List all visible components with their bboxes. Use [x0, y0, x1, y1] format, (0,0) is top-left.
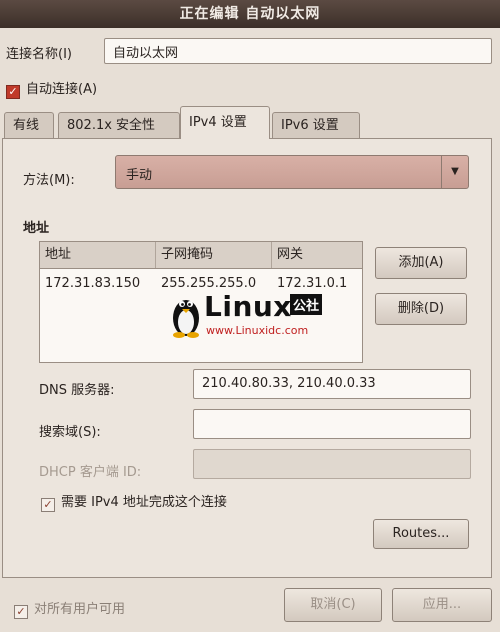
- window-title: 正在编辑 自动以太网: [0, 0, 500, 28]
- edit-connection-dialog: 正在编辑 自动以太网 连接名称(I) 自动以太网 ✓ 自动连接(A) 有线 802…: [0, 0, 500, 632]
- cell-netmask: 255.255.255.0: [161, 276, 257, 291]
- require-ipv4-checkbox[interactable]: ✓ 需要 IPv4 地址完成这个连接: [41, 491, 227, 512]
- require-ipv4-label: 需要 IPv4 地址完成这个连接: [61, 495, 227, 510]
- column-header-netmask[interactable]: 子网掩码: [156, 242, 272, 268]
- ipv4-settings-panel: 方法(M): 手动 ▼ 地址 地址 子网掩码 网关 172.31.83.150 …: [2, 138, 492, 578]
- routes-button[interactable]: Routes...: [373, 519, 469, 549]
- tab-ipv6-settings[interactable]: IPv6 设置: [272, 112, 360, 138]
- cell-address: 172.31.83.150: [45, 276, 141, 291]
- dns-servers-input[interactable]: 210.40.80.33, 210.40.0.33: [193, 369, 471, 399]
- auto-connect-label: 自动连接(A): [26, 82, 98, 97]
- watermark-url: www.Linuxidc.com: [206, 324, 309, 337]
- check-icon: ✓: [41, 498, 55, 512]
- linux-watermark: Linux 公社 www.Linuxidc.com: [170, 290, 340, 338]
- addresses-heading: 地址: [23, 221, 50, 236]
- triangle-down-icon: ▼: [441, 156, 468, 188]
- table-header: 地址 子网掩码 网关: [40, 242, 362, 269]
- dns-servers-label: DNS 服务器:: [39, 383, 115, 398]
- check-icon: ✓: [14, 605, 28, 619]
- check-icon: ✓: [6, 85, 20, 99]
- connection-name-input[interactable]: 自动以太网: [104, 38, 492, 64]
- all-users-label: 对所有用户可用: [34, 602, 126, 617]
- tab-ipv4-settings[interactable]: IPv4 设置: [180, 106, 270, 139]
- method-value: 手动: [126, 168, 153, 183]
- method-select[interactable]: 手动 ▼: [115, 155, 469, 189]
- all-users-checkbox[interactable]: ✓ 对所有用户可用: [14, 598, 125, 619]
- watermark-title: Linux: [204, 290, 292, 323]
- tab-8021x-security[interactable]: 802.1x 安全性: [58, 112, 180, 138]
- tab-wired[interactable]: 有线: [4, 112, 54, 138]
- apply-button[interactable]: 应用...: [392, 588, 492, 622]
- auto-connect-checkbox[interactable]: ✓ 自动连接(A): [6, 78, 97, 99]
- tab-bar: 有线 802.1x 安全性 IPv4 设置 IPv6 设置: [2, 106, 498, 139]
- cancel-button[interactable]: 取消(C): [284, 588, 382, 622]
- dhcp-client-id-label: DHCP 客户端 ID:: [39, 465, 142, 480]
- method-label: 方法(M):: [23, 173, 75, 188]
- watermark-badge: 公社: [290, 294, 323, 315]
- search-domains-input[interactable]: [193, 409, 471, 439]
- column-header-address[interactable]: 地址: [40, 242, 156, 268]
- delete-address-button[interactable]: 删除(D): [375, 293, 467, 325]
- column-header-gateway[interactable]: 网关: [272, 242, 362, 268]
- connection-name-row: 连接名称(I) 自动以太网: [6, 38, 494, 66]
- connection-name-label: 连接名称(I): [6, 47, 72, 62]
- cell-gateway: 172.31.0.1: [277, 276, 348, 291]
- add-address-button[interactable]: 添加(A): [375, 247, 467, 279]
- search-domains-label: 搜索域(S):: [39, 425, 101, 440]
- penguin-icon: [173, 300, 199, 338]
- dhcp-client-id-input: [193, 449, 471, 479]
